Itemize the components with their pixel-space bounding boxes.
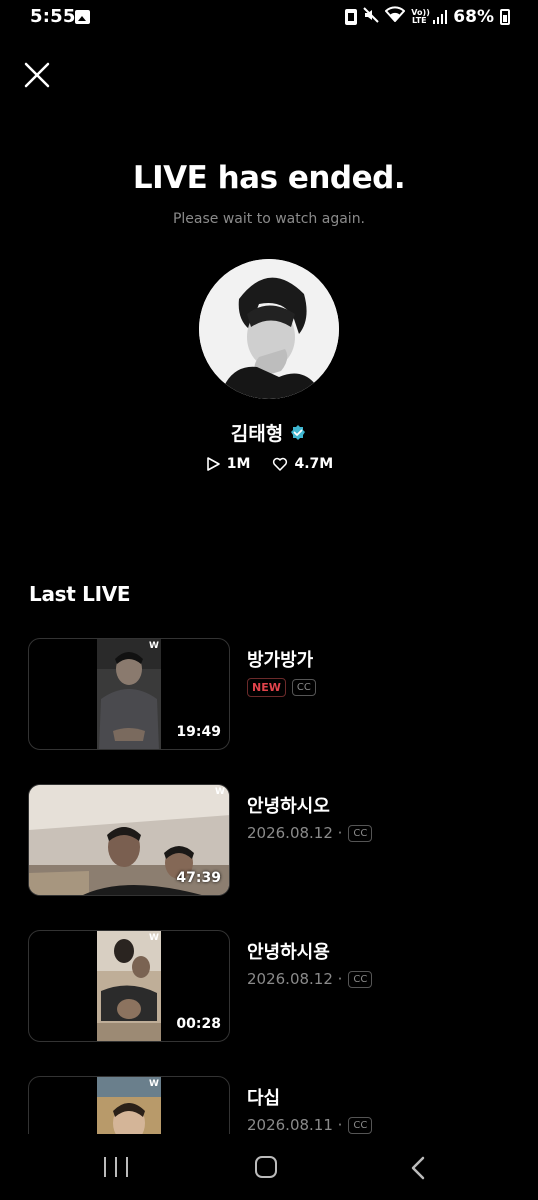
status-icons: Vo)) LTE 68% bbox=[345, 6, 510, 27]
live-ended-subtitle: Please wait to watch again. bbox=[172, 211, 366, 227]
signal-icon bbox=[433, 9, 448, 24]
last-live-heading: Last LIVE bbox=[29, 582, 131, 606]
cc-badge: CC bbox=[291, 679, 316, 696]
artist-photo bbox=[199, 259, 339, 399]
new-badge: NEW bbox=[247, 678, 286, 697]
video-title: 안녕하시용 bbox=[247, 942, 330, 963]
video-meta: NEW CC bbox=[247, 678, 316, 697]
volte-indicator: Vo)) LTE bbox=[411, 7, 430, 25]
cc-badge: CC bbox=[348, 970, 373, 988]
like-count: 4.7M bbox=[294, 456, 334, 472]
close-button[interactable] bbox=[22, 60, 52, 90]
video-date: 2026.08.12 · bbox=[247, 824, 343, 842]
battery-percent: 68% bbox=[453, 6, 494, 27]
platform-logo: W bbox=[149, 1079, 159, 1089]
live-ended-title: LIVE has ended. bbox=[132, 160, 406, 196]
home-icon[interactable] bbox=[255, 1156, 277, 1178]
video-duration: 00:28 bbox=[176, 1016, 221, 1032]
verified-icon bbox=[291, 424, 306, 440]
platform-logo: W bbox=[149, 933, 159, 943]
artist-name[interactable]: 김태형 bbox=[231, 419, 283, 446]
video-thumbnail[interactable]: W 19:49 bbox=[28, 638, 230, 750]
screen: 5:55 Vo)) LTE 68% LIVE has ended. Please… bbox=[0, 0, 538, 1200]
video-date: 2026.08.12 · bbox=[247, 970, 343, 988]
artist-stats: 1M 4.7M bbox=[0, 456, 538, 472]
play-icon bbox=[206, 457, 220, 471]
close-icon bbox=[24, 62, 50, 88]
cc-badge: CC bbox=[348, 1116, 373, 1134]
recents-icon[interactable] bbox=[104, 1157, 128, 1177]
video-date: 2026.08.11 · bbox=[247, 1116, 343, 1134]
video-thumbnail[interactable]: W 00:28 bbox=[28, 930, 230, 1042]
list-item[interactable]: W 47:39 안녕하시오 2026.08.12 · CC bbox=[28, 784, 510, 896]
cc-badge: CC bbox=[348, 824, 373, 842]
video-title: 방가방가 bbox=[247, 650, 314, 671]
video-thumbnail[interactable]: W 47:39 bbox=[28, 784, 230, 896]
artist-row: 김태형 bbox=[0, 419, 538, 446]
video-title: 다십 bbox=[247, 1088, 281, 1109]
video-title: 안녕하시오 bbox=[247, 796, 330, 817]
video-meta: 2026.08.12 · CC bbox=[247, 970, 373, 988]
wifi-icon bbox=[384, 6, 406, 27]
heart-icon bbox=[273, 457, 288, 471]
platform-logo: W bbox=[215, 787, 225, 797]
status-bar: 5:55 Vo)) LTE 68% bbox=[0, 0, 538, 36]
system-nav-bar bbox=[0, 1134, 538, 1200]
list-item[interactable]: W 00:28 안녕하시용 2026.08.12 · CC bbox=[28, 930, 510, 1042]
gallery-notification-icon bbox=[75, 10, 90, 24]
list-item[interactable]: W 19:49 방가방가 NEW CC bbox=[28, 638, 510, 750]
status-time: 5:55 bbox=[30, 6, 76, 27]
battery-saver-icon bbox=[345, 8, 358, 25]
mute-icon bbox=[363, 6, 380, 27]
play-count: 1M bbox=[226, 456, 251, 472]
video-duration: 47:39 bbox=[176, 870, 221, 886]
battery-icon bbox=[500, 8, 510, 25]
platform-logo: W bbox=[149, 641, 159, 651]
back-icon[interactable] bbox=[410, 1156, 426, 1180]
video-meta: 2026.08.11 · CC bbox=[247, 1116, 373, 1134]
video-meta: 2026.08.12 · CC bbox=[247, 824, 373, 842]
artist-avatar[interactable] bbox=[199, 259, 339, 399]
video-duration: 19:49 bbox=[176, 724, 221, 740]
